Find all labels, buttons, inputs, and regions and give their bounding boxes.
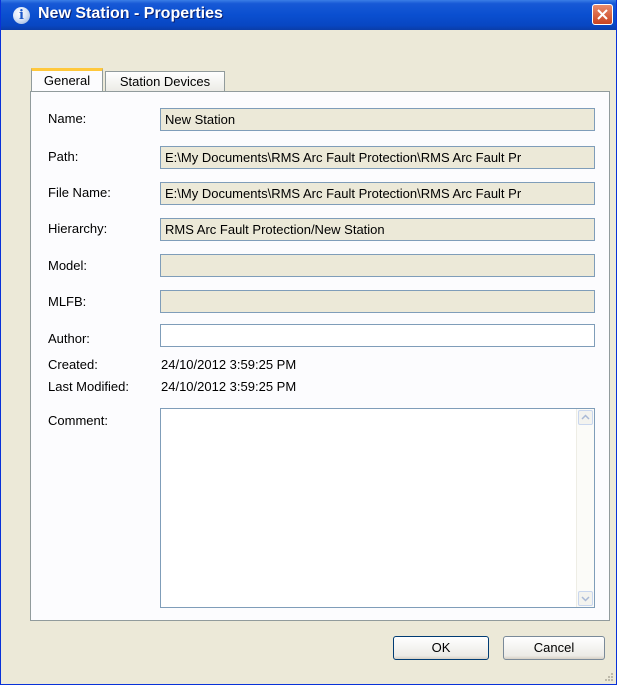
properties-dialog: i New Station - Properties General Stati… bbox=[0, 0, 617, 685]
file-name-field[interactable]: E:\My Documents\RMS Arc Fault Protection… bbox=[160, 182, 595, 205]
model-field[interactable] bbox=[160, 254, 595, 277]
scroll-up-button[interactable] bbox=[578, 410, 593, 425]
created-label: Created: bbox=[48, 357, 98, 372]
mlfb-field[interactable] bbox=[160, 290, 595, 313]
tab-general[interactable]: General bbox=[31, 68, 103, 91]
comment-textarea[interactable] bbox=[160, 408, 595, 608]
info-icon: i bbox=[13, 7, 30, 24]
name-label: Name: bbox=[48, 111, 87, 126]
scroll-up-icon bbox=[581, 414, 590, 420]
last-modified-value: 24/10/2012 3:59:25 PM bbox=[161, 379, 297, 394]
mlfb-label: MLFB: bbox=[48, 294, 87, 309]
window-title: New Station - Properties bbox=[38, 5, 223, 22]
scroll-down-button[interactable] bbox=[578, 591, 593, 606]
path-field[interactable]: E:\My Documents\RMS Arc Fault Protection… bbox=[160, 146, 595, 169]
last-modified-label: Last Modified: bbox=[48, 379, 129, 394]
tab-station-devices[interactable]: Station Devices bbox=[105, 71, 225, 92]
resize-grip-icon[interactable] bbox=[602, 670, 614, 682]
scroll-down-icon bbox=[581, 596, 590, 602]
file-name-label: File Name: bbox=[48, 185, 111, 200]
close-button[interactable] bbox=[592, 4, 613, 25]
author-input[interactable] bbox=[160, 324, 595, 347]
comment-scrollbar[interactable] bbox=[576, 409, 594, 607]
model-label: Model: bbox=[48, 258, 88, 273]
title-bar[interactable]: i New Station - Properties bbox=[1, 0, 616, 30]
author-label: Author: bbox=[48, 331, 90, 346]
close-icon bbox=[597, 9, 608, 20]
hierarchy-field[interactable]: RMS Arc Fault Protection/New Station bbox=[160, 218, 595, 241]
created-value: 24/10/2012 3:59:25 PM bbox=[161, 357, 297, 372]
cancel-button[interactable]: Cancel bbox=[503, 636, 605, 660]
name-field[interactable]: New Station bbox=[160, 108, 595, 131]
ok-button[interactable]: OK bbox=[393, 636, 489, 660]
path-label: Path: bbox=[48, 149, 79, 164]
hierarchy-label: Hierarchy: bbox=[48, 221, 108, 236]
comment-label: Comment: bbox=[48, 413, 108, 428]
